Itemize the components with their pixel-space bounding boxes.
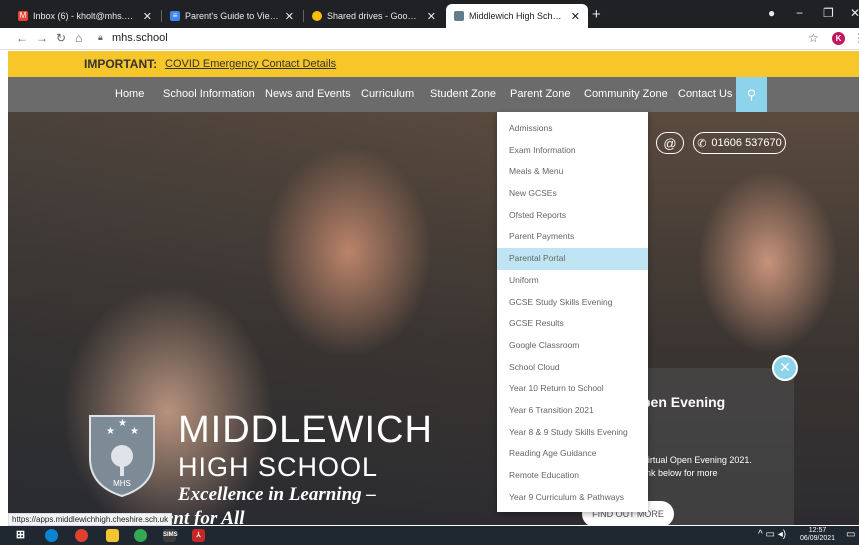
clock-date: 06/09/2021 <box>800 535 836 542</box>
dropdown-item-parental-portal[interactable]: Parental Portal <box>497 248 648 270</box>
dropdown-item-admissions[interactable]: Admissions <box>497 118 648 140</box>
svg-text:★: ★ <box>118 418 127 429</box>
email-icon[interactable]: @ <box>656 132 684 154</box>
acrobat-icon[interactable]: ⅄ <box>192 529 205 542</box>
dropdown-item-gcse-results[interactable]: GCSE Results <box>497 313 648 335</box>
phone-number: 01606 537670 <box>711 137 782 149</box>
menu-icon[interactable]: ⋮ <box>853 31 859 45</box>
school-crest-logo: ★ ★ ★ MHS <box>89 415 155 498</box>
dropdown-item-year9-curriculum[interactable]: Year 9 Curriculum & Pathways <box>497 487 648 509</box>
tab-label: Inbox (6) - kholt@mhs.school - M <box>33 11 137 21</box>
close-icon[interactable]: ✕ <box>427 10 436 23</box>
tab-inbox[interactable]: M Inbox (6) - kholt@mhs.school - M ✕ <box>10 4 160 28</box>
browser-toolbar: ← → ↻ ⌂ 🔒︎ mhs.school ☆ K ⋮ <box>0 28 859 50</box>
clock[interactable]: 12:57 06/09/2021 <box>800 527 835 543</box>
tab-label: Middlewich High School - Home <box>469 11 565 21</box>
dropdown-item-new-gcses[interactable]: New GCSEs <box>497 183 648 205</box>
sims-icon[interactable]: SIMS <box>163 529 178 542</box>
phone-button[interactable]: ✆ 01606 537670 <box>693 132 786 154</box>
close-icon[interactable]: ✕ <box>143 10 152 23</box>
drive-icon <box>312 11 322 21</box>
bookmark-star-icon[interactable]: ☆ <box>808 31 819 45</box>
new-tab-button[interactable]: + <box>592 6 601 23</box>
docs-icon: ≡ <box>170 11 180 21</box>
chrome-icon[interactable] <box>75 529 88 542</box>
close-icon[interactable]: ✕ <box>571 10 580 23</box>
address-bar[interactable]: mhs.school <box>112 32 168 44</box>
edge-icon[interactable] <box>45 529 58 542</box>
dropdown-item-remote-education[interactable]: Remote Education <box>497 465 648 487</box>
tab-label: Shared drives - Google Drive <box>327 11 421 21</box>
dropdown-item-uniform[interactable]: Uniform <box>497 270 648 292</box>
popup-text: Virtual Open Evening 2021. link below fo… <box>642 454 792 480</box>
gmail-icon: M <box>18 11 28 21</box>
school-crest-icon <box>454 11 464 21</box>
popup-text-line: Virtual Open Evening 2021. <box>642 455 752 465</box>
profile-avatar[interactable]: K <box>832 32 845 45</box>
dropdown-item-parent-payments[interactable]: Parent Payments <box>497 226 648 248</box>
notification-icon[interactable]: ▭ <box>846 529 855 540</box>
clock-time: 12:57 <box>808 527 827 534</box>
file-explorer-icon[interactable] <box>106 529 119 542</box>
svg-text:★: ★ <box>106 426 115 437</box>
alert-label: IMPORTANT: <box>84 57 158 71</box>
covid-contact-link[interactable]: COVID Emergency Contact Details <box>165 58 336 70</box>
reload-icon[interactable]: ↻ <box>56 31 66 45</box>
logo-subtitle: HIGH SCHOOL <box>178 452 379 482</box>
nav-community-zone[interactable]: Community Zone <box>584 88 668 100</box>
status-url: https://apps.middlewichhigh.cheshire.sch… <box>8 513 173 526</box>
lock-icon[interactable]: 🔒︎ <box>98 32 103 43</box>
dropdown-item-year10-return[interactable]: Year 10 Return to School <box>497 378 648 400</box>
svg-text:★: ★ <box>130 426 139 437</box>
tagline-second-line: ent for All <box>165 508 245 525</box>
dropdown-item-gcse-study-skills[interactable]: GCSE Study Skills Evening <box>497 292 648 314</box>
crest-text: MHS <box>113 479 131 488</box>
logo-title: MIDDLEWICH <box>178 409 433 451</box>
close-icon[interactable]: ✕ <box>285 10 294 23</box>
restore-button[interactable]: ❐ <box>823 6 834 20</box>
covid-alert-bar: IMPORTANT: COVID Emergency Contact Detai… <box>8 51 859 77</box>
popup-close-icon[interactable]: ✕ <box>772 355 798 381</box>
window-close-button[interactable]: ✕ <box>850 6 859 20</box>
phone-icon: ✆ <box>697 137 707 150</box>
site-search-icon[interactable]: ⚲ <box>736 77 767 112</box>
parent-zone-dropdown: Admissions Exam Information Meals & Menu… <box>497 112 648 512</box>
dropdown-item-ofsted-reports[interactable]: Ofsted Reports <box>497 205 648 227</box>
nav-student-zone[interactable]: Student Zone <box>430 88 496 100</box>
dropdown-item-google-classroom[interactable]: Google Classroom <box>497 335 648 357</box>
popup-text-line: link below for more <box>642 468 718 478</box>
tab-search-icon[interactable]: ● <box>768 6 775 20</box>
dropdown-item-school-cloud[interactable]: School Cloud <box>497 357 648 379</box>
popup-title: pen Evening <box>642 394 726 410</box>
tab-middlewich-home[interactable]: Middlewich High School - Home ✕ <box>446 4 588 28</box>
nav-home[interactable]: Home <box>115 88 144 100</box>
nav-news-and-events[interactable]: News and Events <box>265 88 351 100</box>
windows-taskbar: ⊞ SIMS ⅄ ^ ▭ ◂) 12:57 06/09/2021 ▭ <box>0 526 859 545</box>
dropdown-item-reading-age[interactable]: Reading Age Guidance <box>497 443 648 465</box>
tab-label: Parent's Guide to Viewing Progress <box>185 11 279 21</box>
windows-start-icon[interactable]: ⊞ <box>14 529 27 542</box>
nav-school-information[interactable]: School Information <box>163 88 255 100</box>
home-icon[interactable]: ⌂ <box>75 31 82 45</box>
nav-curriculum[interactable]: Curriculum <box>361 88 414 100</box>
system-tray-icons[interactable]: ^ ▭ ◂) <box>758 529 786 540</box>
minimize-button[interactable]: − <box>796 6 803 20</box>
dropdown-item-meals-menu[interactable]: Meals & Menu <box>497 161 648 183</box>
forward-icon[interactable]: → <box>36 31 48 45</box>
tab-shared-drives[interactable]: Shared drives - Google Drive ✕ <box>304 4 444 28</box>
hero-banner: @ ✆ 01606 537670 ★ ★ ★ MHS MIDDLEWICH HI… <box>8 112 859 525</box>
dropdown-item-year6-transition[interactable]: Year 6 Transition 2021 <box>497 400 648 422</box>
chrome-profile-icon[interactable] <box>134 529 147 542</box>
nav-parent-zone[interactable]: Parent Zone <box>510 88 571 100</box>
browser-tab-strip: M Inbox (6) - kholt@mhs.school - M ✕ ≡ P… <box>0 0 859 28</box>
main-nav: Home School Information News and Events … <box>8 77 859 112</box>
dropdown-item-exam-information[interactable]: Exam Information <box>497 140 648 162</box>
tab-parents-guide[interactable]: ≡ Parent's Guide to Viewing Progress ✕ <box>162 4 302 28</box>
nav-contact-us[interactable]: Contact Us <box>678 88 732 100</box>
dropdown-item-year8-9-study-skills[interactable]: Year 8 & 9 Study Skills Evening <box>497 422 648 444</box>
tagline: Excellence in Learning – <box>178 484 376 505</box>
back-icon[interactable]: ← <box>16 31 28 45</box>
